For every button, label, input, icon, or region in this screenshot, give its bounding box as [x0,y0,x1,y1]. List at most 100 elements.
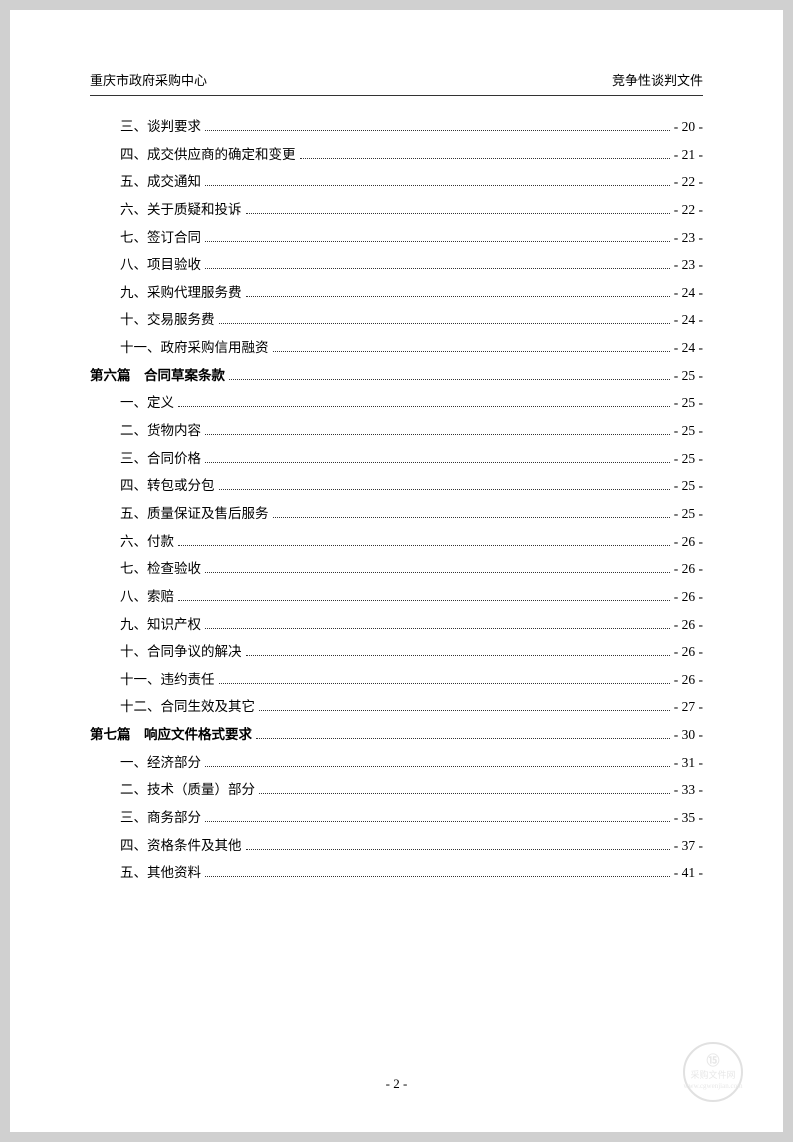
toc-item-dots [246,655,670,656]
toc-item-page: - 24 - [674,280,703,306]
toc-container: 三、谈判要求- 20 -四、成交供应商的确定和变更- 21 -五、成交通知- 2… [90,114,703,886]
toc-item-text: 十二、合同生效及其它 [120,694,255,720]
toc-item-page: - 22 - [674,197,703,223]
toc-item-dots [219,683,670,684]
toc-item-page: - 26 - [674,529,703,555]
toc-item: 三、商务部分 - 35 - [90,805,703,831]
toc-item: 第六篇 合同草案条款 - 25 - [90,363,703,389]
toc-item-text: 三、合同价格 [120,446,201,472]
toc-item-dots [205,434,670,435]
document-page: 重庆市政府采购中心 竞争性谈判文件 三、谈判要求- 20 -四、成交供应商的确定… [10,10,783,1132]
watermark-circle: ⑮ 采购文件网 www.cgwenjian.com [683,1042,743,1102]
toc-item-page: - 24 - [674,335,703,361]
toc-item-dots [205,821,670,822]
toc-item-text: 四、资格条件及其他 [120,833,242,859]
toc-item-page: - 37 - [674,833,703,859]
toc-item: 十、交易服务费 - 24 - [90,307,703,333]
toc-item-page: - 35 - [674,805,703,831]
toc-item-text: 第七篇 响应文件格式要求 [90,722,252,748]
watermark-line1: 采购文件网 [690,1070,735,1082]
header-left: 重庆市政府采购中心 [90,70,207,89]
toc-item-dots [205,185,670,186]
toc-item-dots [205,268,670,269]
toc-item-dots [256,738,670,739]
toc-item: 十二、合同生效及其它- 27 - [90,694,703,720]
toc-item: 九、知识产权 - 26 - [90,612,703,638]
toc-item-text: 三、谈判要求 [120,114,201,140]
toc-item-page: - 26 - [674,639,703,665]
toc-item-text: 五、质量保证及售后服务 [120,501,269,527]
toc-item-dots [273,517,670,518]
toc-item-page: - 25 - [674,363,703,389]
toc-item-text: 四、成交供应商的确定和变更 [120,142,296,168]
toc-item-page: - 23 - [674,225,703,251]
toc-item-text: 十、交易服务费 [120,307,215,333]
toc-item-page: - 25 - [674,390,703,416]
page-number: - 2 - [386,1076,408,1091]
toc-item: 二、货物内容- 25 - [90,418,703,444]
toc-item: 一、经济部分- 31 - [90,750,703,776]
toc-item-text: 四、转包或分包 [120,473,215,499]
toc-item: 八、索赔- 26 - [90,584,703,610]
toc-item: 四、成交供应商的确定和变更 - 21 - [90,142,703,168]
toc-item-page: - 24 - [674,307,703,333]
toc-item: 七、签订合同 - 23 - [90,225,703,251]
toc-item: 六、付款 - 26 - [90,529,703,555]
toc-item-page: - 25 - [674,418,703,444]
watermark-line2: www.cgwenjian.com [683,1082,742,1091]
toc-item-dots [219,323,670,324]
toc-item-text: 第六篇 合同草案条款 [90,363,225,389]
toc-item-dots [205,766,670,767]
toc-item-page: - 21 - [674,142,703,168]
toc-item-dots [205,241,670,242]
toc-item: 五、质量保证及售后服务 - 25 - [90,501,703,527]
toc-item-page: - 25 - [674,501,703,527]
toc-item: 八、项目验收- 23 - [90,252,703,278]
toc-item-dots [205,462,670,463]
toc-item-page: - 20 - [674,114,703,140]
toc-item-dots [205,628,670,629]
toc-item-text: 七、签订合同 [120,225,201,251]
toc-item: 七、检查验收 - 26 - [90,556,703,582]
toc-item-text: 六、付款 [120,529,174,555]
toc-item-text: 十、合同争议的解决 [120,639,242,665]
toc-item-dots [178,406,670,407]
toc-item: 十一、政府采购信用融资 - 24 - [90,335,703,361]
toc-item-dots [178,600,670,601]
toc-item-dots [219,489,670,490]
toc-item: 四、资格条件及其他 - 37 - [90,833,703,859]
toc-item: 九、采购代理服务费 - 24 - [90,280,703,306]
toc-item-page: - 26 - [674,667,703,693]
toc-item-page: - 33 - [674,777,703,803]
toc-item-dots [300,158,670,159]
page-footer: - 2 - [10,1076,783,1092]
toc-item: 二、技术（质量）部分- 33 - [90,777,703,803]
toc-item-text: 五、成交通知 [120,169,201,195]
toc-item-dots [205,130,670,131]
toc-item-text: 八、索赔 [120,584,174,610]
toc-item-text: 十一、政府采购信用融资 [120,335,269,361]
toc-item-text: 九、知识产权 [120,612,201,638]
toc-item-text: 十一、违约责任 [120,667,215,693]
toc-item: 五、成交通知- 22 - [90,169,703,195]
toc-item-dots [273,351,670,352]
toc-item-page: - 31 - [674,750,703,776]
toc-item-text: 九、采购代理服务费 [120,280,242,306]
toc-item: 三、合同价格- 25 - [90,446,703,472]
page-header: 重庆市政府采购中心 竞争性谈判文件 [90,70,703,96]
toc-item: 六、关于质疑和投诉 - 22 - [90,197,703,223]
toc-item-text: 八、项目验收 [120,252,201,278]
toc-item: 五、其他资料- 41 - [90,860,703,886]
toc-item-dots [178,545,670,546]
toc-item-page: - 30 - [674,722,703,748]
toc-item-text: 七、检查验收 [120,556,201,582]
toc-item: 第七篇 响应文件格式要求 - 30 - [90,722,703,748]
toc-item-page: - 26 - [674,612,703,638]
toc-item-page: - 41 - [674,860,703,886]
toc-item-dots [259,793,670,794]
toc-item-page: - 26 - [674,556,703,582]
toc-item-text: 三、商务部分 [120,805,201,831]
toc-item-text: 六、关于质疑和投诉 [120,197,242,223]
toc-item: 十一、违约责任 - 26 - [90,667,703,693]
toc-item-dots [205,876,670,877]
